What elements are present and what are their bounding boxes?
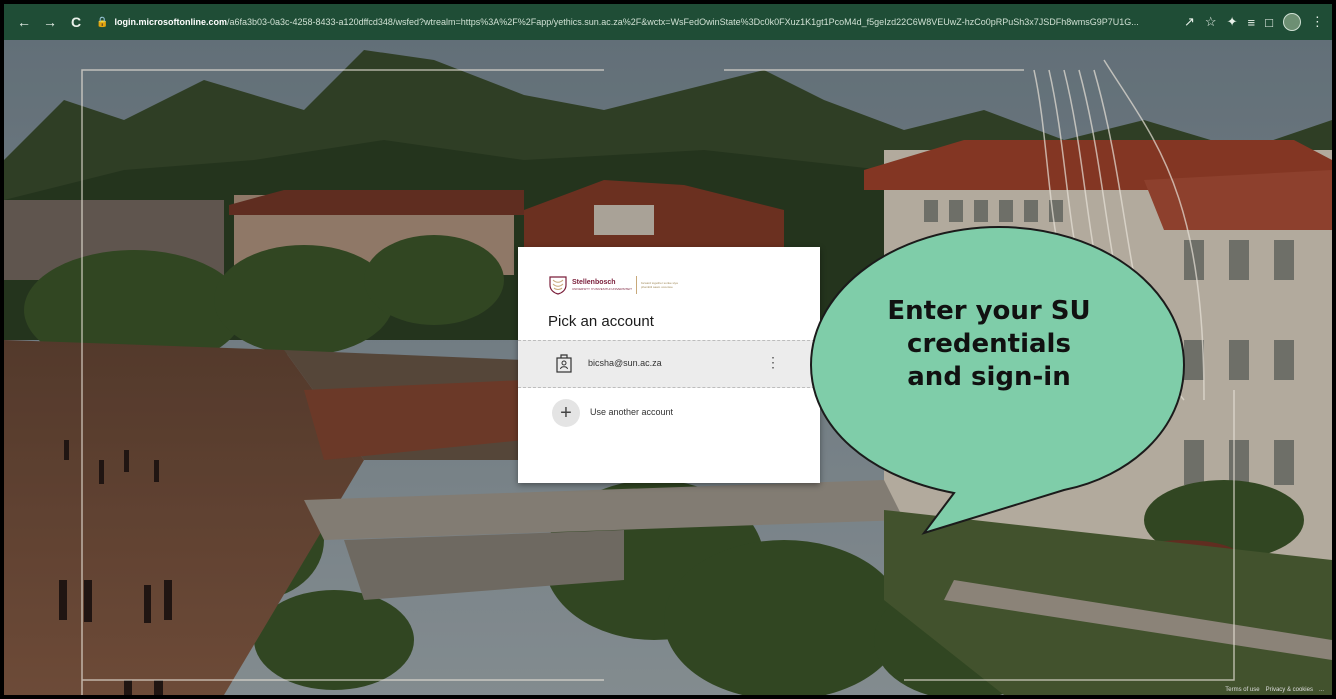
menu-icon[interactable]: ⋮ (1311, 14, 1324, 30)
profile-icon[interactable] (1282, 13, 1301, 31)
bubble-caption: Enter your SU credentials and sign-in (859, 295, 1119, 394)
lock-icon: 🔒 (96, 16, 109, 28)
stellenbosch-logo: Stellenbosch UNIVERSITY IYUNIVESITHI UNI… (548, 275, 681, 295)
address-bar[interactable]: 🔒 login.microsoftonline.com /a6fa3b03-0a… (96, 10, 1176, 34)
account-picker-card: Stellenbosch UNIVERSITY IYUNIVESITHI UNI… (518, 247, 820, 483)
url-host: login.microsoftonline.com (114, 17, 227, 27)
more-link[interactable]: ... (1319, 687, 1324, 693)
use-another-account-label: Use another account (590, 407, 674, 417)
reload-icon[interactable]: C (66, 12, 86, 32)
share-icon[interactable]: ↗ (1184, 14, 1195, 30)
toolbar-icons: ↗ ☆ ✦ ≡ □ ⋮ (1184, 13, 1324, 31)
footer-links: Terms of use Privacy & cookies ... (1225, 687, 1324, 693)
star-icon[interactable]: ☆ (1205, 14, 1217, 30)
browser-toolbar: ← → C 🔒 login.microsoftonline.com /a6fa3… (4, 4, 1332, 40)
bubble-line-1: Enter your SU (887, 296, 1091, 326)
sign-in-page: Stellenbosch UNIVERSITY IYUNIVESITHI UNI… (4, 40, 1332, 695)
account-tile[interactable]: bicsha@sun.ac.za ⋮ (518, 340, 820, 388)
url-path: /a6fa3b03-0a3c-4258-8433-a120dffcd348/ws… (226, 17, 1139, 27)
logo-text: Stellenbosch UNIVERSITY IYUNIVESITHI UNI… (572, 279, 632, 291)
forward-icon[interactable]: → (40, 12, 60, 32)
privacy-link[interactable]: Privacy & cookies (1266, 687, 1313, 693)
page-title: Pick an account (548, 313, 654, 330)
bubble-line-2: credentials (907, 329, 1071, 359)
back-icon[interactable]: ← (14, 12, 34, 32)
screenshot-frame: ← → C 🔒 login.microsoftonline.com /a6fa3… (4, 4, 1332, 695)
account-email: bicsha@sun.ac.za (588, 358, 662, 368)
window-icon[interactable]: □ (1265, 15, 1273, 30)
more-options-icon[interactable]: ⋮ (766, 354, 780, 371)
bubble-line-3: and sign-in (907, 362, 1071, 392)
terms-link[interactable]: Terms of use (1225, 687, 1259, 693)
logo-tagline: forward together sonke siya phambili saa… (640, 281, 678, 289)
work-account-icon (556, 354, 572, 373)
logo-divider (635, 276, 637, 294)
logo-subtitle: UNIVERSITY IYUNIVESITHI UNIVERSITEIT (572, 287, 632, 291)
university-crest-icon (549, 276, 567, 295)
use-another-account-button[interactable]: + Use another account (518, 395, 820, 431)
logo-name: Stellenbosch (572, 279, 616, 286)
reading-list-icon[interactable]: ≡ (1247, 15, 1255, 30)
plus-icon: + (552, 399, 580, 427)
extensions-icon[interactable]: ✦ (1227, 14, 1238, 30)
